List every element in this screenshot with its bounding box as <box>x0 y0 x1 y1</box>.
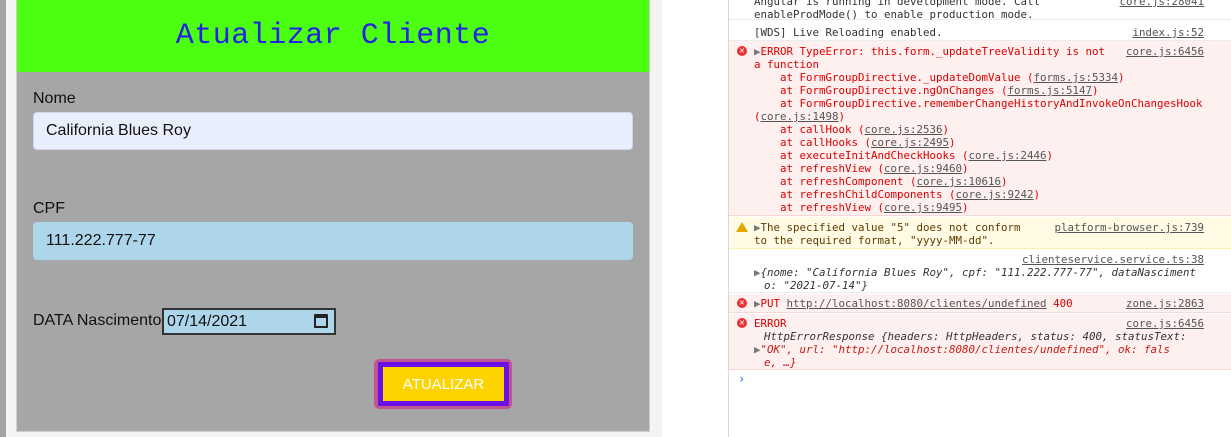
stack-frame: at FormGroupDirective._updateDomValue (f… <box>754 71 1125 84</box>
error-message: ERROR TypeError: this.form._updateTreeVa… <box>760 45 1106 58</box>
console-error: × ▶ERROR TypeError: this.form._updateTre… <box>729 41 1231 216</box>
console-message: Angular is running in development mode. … <box>729 0 1231 21</box>
stack-frame: at refreshView (core.js:9460) <box>754 162 969 175</box>
console-text: [WDS] Live Reloading enabled. <box>754 26 943 39</box>
devtools-console: Angular is running in development mode. … <box>728 0 1231 437</box>
stack-frame: at callHook (core.js:2536) <box>754 123 949 136</box>
form-header: Atualizar Cliente <box>17 0 649 72</box>
log-object-text-cont: o: "2021-07-14"} <box>764 279 869 292</box>
stack-frame-function: at refreshChildComponents ( <box>754 188 956 201</box>
http-status: 400 <box>1053 297 1073 310</box>
stack-frame-end: ) <box>838 110 846 123</box>
stack-frame-function: at callHook ( <box>754 123 865 136</box>
log-object-text: {nome: "California Blues Roy", cpf: "111… <box>760 266 1197 279</box>
console-message: [WDS] Live Reloading enabled. index.js:5… <box>729 21 1231 41</box>
stack-frame-function: at executeInitAndCheckHooks ( <box>754 149 969 162</box>
source-link[interactable]: platform-browser.js:739 <box>1054 221 1204 234</box>
stack-frame-function: at refreshView ( <box>754 201 885 214</box>
stack-frame-source-link[interactable]: forms.js:5147 <box>1008 84 1093 97</box>
http-error-object-text-cont: e, …} <box>764 356 797 369</box>
stack-frame-function: at FormGroupDirective.rememberChangeHist… <box>754 97 1203 110</box>
nome-input[interactable]: California Blues Roy <box>33 112 633 150</box>
console-log: clienteservice.service.ts:38 ▶{nome: "Ca… <box>729 250 1231 293</box>
source-link[interactable]: core.js:6456 <box>1126 45 1204 58</box>
stack-frame-end: ) <box>962 162 969 175</box>
nome-label: Nome <box>33 90 76 107</box>
error-icon: × <box>737 46 747 56</box>
stack-frame: at refreshChildComponents (core.js:9242) <box>754 188 1040 201</box>
http-method: PUT <box>760 297 781 310</box>
stack-frame-end: ) <box>1001 175 1008 188</box>
stack-frame: at callHooks (core.js:2495) <box>754 136 956 149</box>
source-link[interactable]: index.js:52 <box>1132 26 1204 39</box>
warning-message-cont: to the required format, "yyyy-MM-dd". <box>754 234 995 247</box>
stack-frame: (core.js:1498) <box>754 110 845 123</box>
request-url[interactable]: http://localhost:8080/clientes/undefined <box>787 297 1047 310</box>
stack-frame-end: ) <box>942 123 950 136</box>
data-nascimento-input[interactable]: 07/14/2021 <box>162 308 336 335</box>
source-link[interactable]: core.js:28041 <box>1119 0 1204 8</box>
stack-frame-source-link[interactable]: core.js:1498 <box>761 110 839 123</box>
stack-frame-end: ) <box>1092 84 1099 97</box>
warning-message: The specified value "5" does not conform <box>760 221 1021 234</box>
stack-frame-function: at refreshView ( <box>754 162 885 175</box>
page-gutter <box>0 0 6 437</box>
console-prompt[interactable]: › <box>738 373 745 386</box>
page-title: Atualizar Cliente <box>175 19 491 53</box>
cpf-label: CPF <box>33 200 65 217</box>
stack-frame-end: ) <box>1118 71 1125 84</box>
data-nascimento-value: 07/14/2021 <box>167 312 248 330</box>
log-object[interactable]: ▶{nome: "California Blues Roy", cpf: "11… <box>754 266 1196 279</box>
console-error-text[interactable]: ▶ERROR TypeError: this.form._updateTreeV… <box>754 45 1105 58</box>
stack-frame-source-link[interactable]: core.js:2495 <box>871 136 949 149</box>
error-icon: × <box>737 318 747 328</box>
source-link[interactable]: clienteservice.service.ts:38 <box>1022 253 1204 266</box>
data-nascimento-label: DATA Nascimento <box>33 312 162 329</box>
stack-frame-source-link[interactable]: core.js:2536 <box>865 123 943 136</box>
stack-frame: at executeInitAndCheckHooks (core.js:244… <box>754 149 1053 162</box>
stack-frame-end: ) <box>949 136 956 149</box>
error-message-cont: a function <box>754 58 820 71</box>
cpf-value: 111.222.777-77 <box>46 232 156 249</box>
calendar-icon[interactable] <box>314 314 328 328</box>
stack-frame-end: ) <box>1033 188 1041 201</box>
nome-value: California Blues Roy <box>46 122 191 139</box>
source-link[interactable]: core.js:6456 <box>1126 317 1204 330</box>
warning-text[interactable]: ▶The specified value "5" does not confor… <box>754 221 1021 234</box>
stack-frame: at FormGroupDirective.ngOnChanges (forms… <box>754 84 1099 97</box>
stack-frame-end: ) <box>1046 149 1054 162</box>
network-error[interactable]: ▶PUT http://localhost:8080/clientes/unde… <box>754 297 1073 310</box>
stack-frame-source-link[interactable]: core.js:9495 <box>884 201 962 214</box>
console-error: × ERROR core.js:6456 HttpErrorResponse {… <box>729 314 1231 370</box>
stack-frame-function: at FormGroupDirective.ngOnChanges ( <box>754 84 1008 97</box>
error-icon: × <box>737 298 747 308</box>
stack-frame: at FormGroupDirective.rememberChangeHist… <box>754 97 1203 110</box>
http-error-object-text: "OK", url: "http://localhost:8080/client… <box>760 343 1171 356</box>
console-error: × ▶PUT http://localhost:8080/clientes/un… <box>729 294 1231 313</box>
source-link[interactable]: zone.js:2863 <box>1126 297 1204 310</box>
stack-frame-source-link[interactable]: core.js:2446 <box>969 149 1047 162</box>
stack-frame-function: at FormGroupDirective._updateDomValue ( <box>754 71 1034 84</box>
error-message: ERROR <box>754 317 787 330</box>
stack-frame-source-link[interactable]: core.js:9460 <box>884 162 962 175</box>
http-error-object: HttpErrorResponse {headers: HttpHeaders,… <box>764 330 1187 343</box>
cpf-input[interactable]: 111.222.777-77 <box>33 222 633 260</box>
console-warning: ▶The specified value "5" does not confor… <box>729 217 1231 249</box>
stack-frame-end: ) <box>962 201 969 214</box>
stack-frame: at refreshView (core.js:9495) <box>754 201 969 214</box>
console-text: Angular is running in development mode. … <box>754 0 1041 8</box>
stack-frame-source-link[interactable]: core.js:9242 <box>956 188 1034 201</box>
atualizar-button[interactable]: ATUALIZAR <box>378 362 509 406</box>
stack-frame-function: at refreshComponent ( <box>754 175 917 188</box>
http-error-object-line[interactable]: ▶"OK", url: "http://localhost:8080/clien… <box>754 343 1170 356</box>
stack-frame-function: at callHooks ( <box>754 136 872 149</box>
console-text: enableProdMode() to enable production mo… <box>754 8 1034 21</box>
stack-frame: at refreshComponent (core.js:10616) <box>754 175 1008 188</box>
stack-frame-source-link[interactable]: forms.js:5334 <box>1034 71 1119 84</box>
stack-frame-source-link[interactable]: core.js:10616 <box>917 175 1002 188</box>
warning-icon <box>736 222 748 232</box>
